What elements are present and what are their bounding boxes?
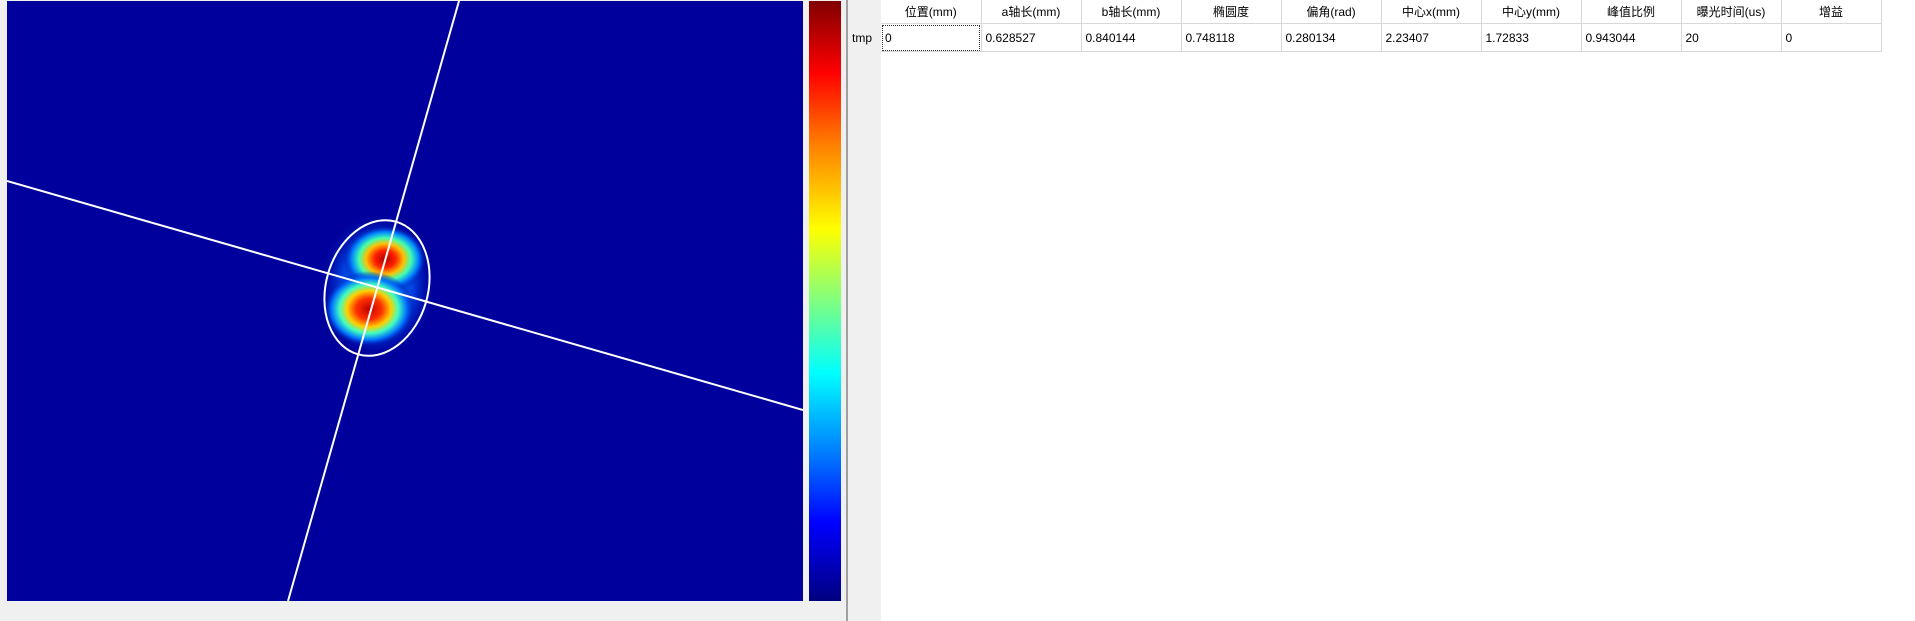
column-header-exposure[interactable]: 曝光时间(us) <box>1681 0 1782 24</box>
cell-position[interactable]: 0 <box>881 23 982 52</box>
beam-profile-image[interactable] <box>7 1 803 601</box>
cell-exposure[interactable]: 20 <box>1681 23 1782 52</box>
results-table-panel: 位置(mm) a轴长(mm) b轴长(mm) 椭圆度 偏角(rad) 中心x(m… <box>848 0 1915 621</box>
column-header-a-axis[interactable]: a轴长(mm) <box>981 0 1082 24</box>
cell-center-y[interactable]: 1.72833 <box>1481 23 1582 52</box>
cell-ellipticity[interactable]: 0.748118 <box>1181 23 1282 52</box>
cell-a-axis[interactable]: 0.628527 <box>981 23 1082 52</box>
table-row: tmp 0 0.628527 0.840144 0.748118 0.28013… <box>848 23 1882 52</box>
column-header-center-y[interactable]: 中心y(mm) <box>1481 0 1582 24</box>
column-header-b-axis[interactable]: b轴长(mm) <box>1081 0 1182 24</box>
column-header-angle[interactable]: 偏角(rad) <box>1281 0 1382 24</box>
beam-lobe-lower <box>323 271 415 347</box>
row-header[interactable]: tmp <box>848 23 881 52</box>
results-table: 位置(mm) a轴长(mm) b轴长(mm) 椭圆度 偏角(rad) 中心x(m… <box>848 0 1882 52</box>
cell-angle[interactable]: 0.280134 <box>1281 23 1382 52</box>
beam-analyzer-window: 位置(mm) a轴长(mm) b轴长(mm) 椭圆度 偏角(rad) 中心x(m… <box>0 0 1915 621</box>
cell-b-axis[interactable]: 0.840144 <box>1081 23 1182 52</box>
column-header-position[interactable]: 位置(mm) <box>881 0 982 24</box>
row-header-column <box>848 0 881 621</box>
cell-gain[interactable]: 0 <box>1781 23 1882 52</box>
colorbar <box>809 1 841 601</box>
column-header-center-x[interactable]: 中心x(mm) <box>1381 0 1482 24</box>
table-corner <box>848 0 881 24</box>
column-header-peak-ratio[interactable]: 峰值比例 <box>1581 0 1682 24</box>
cell-center-x[interactable]: 2.23407 <box>1381 23 1482 52</box>
table-header-row: 位置(mm) a轴长(mm) b轴长(mm) 椭圆度 偏角(rad) 中心x(m… <box>848 0 1882 24</box>
column-header-gain[interactable]: 增益 <box>1781 0 1882 24</box>
cell-peak-ratio[interactable]: 0.943044 <box>1581 23 1682 52</box>
column-header-ellipticity[interactable]: 椭圆度 <box>1181 0 1282 24</box>
